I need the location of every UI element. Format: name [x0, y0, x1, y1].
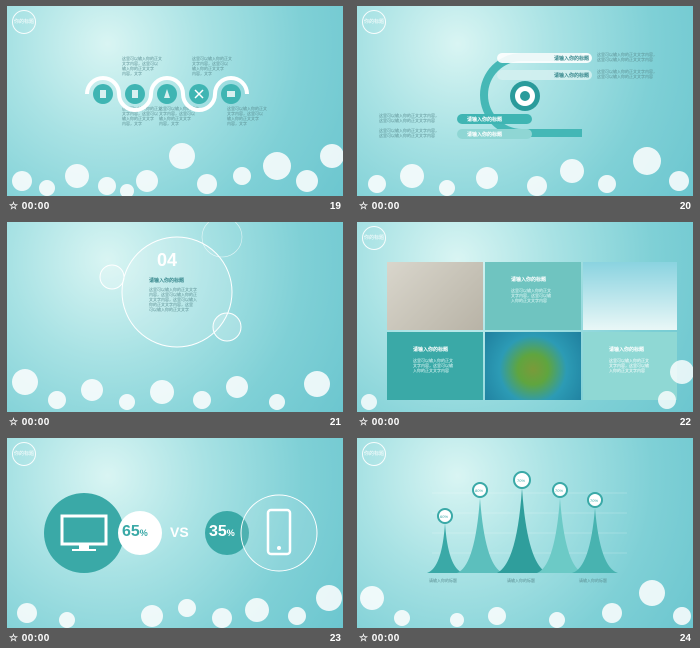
slide-info-bar: ☆ 00:00 22 [357, 414, 693, 432]
peak-value: 70% [517, 478, 526, 483]
text-block: 这里可以输入你的正文文字 内容，这里可以输入你的正 文文字内容，这里可以输入 你… [149, 287, 197, 312]
slide-21-canvas: 04 请输入你的标题 这里可以输入你的正文文字 内容，这里可以输入你的正 文文字… [7, 222, 343, 412]
dandelion-decoration [17, 585, 342, 628]
slide-22-canvas: 你的标题 请输入你的标题 这里可以输入你的正文 文字内容，这里可以输 入你的正文… [357, 222, 693, 412]
percent-value: 65% [122, 523, 148, 540]
dandelion-decoration [12, 369, 330, 410]
label: 请输入你的标题 [554, 56, 590, 62]
slide-24-canvas: 你的标题 60% 80% 70% 70% 70% 请输入你的标题 请输入你的标题… [357, 438, 693, 628]
percent-value: 35% [209, 523, 235, 540]
dandelion-decoration [368, 147, 689, 196]
dandelion-decoration [360, 580, 691, 628]
photo-clouds [583, 262, 677, 330]
label: 请输入你的标题 [554, 73, 590, 79]
slide-number: 24 [679, 633, 691, 644]
timing-label: ☆ 00:00 [359, 633, 400, 644]
slide-number: 23 [329, 633, 341, 644]
timing-label: ☆ 00:00 [9, 417, 50, 428]
peak-value: 80% [475, 488, 484, 493]
section-number: 04 [157, 250, 178, 270]
slide-info-bar: ☆ 00:00 24 [357, 630, 693, 648]
slide-number: 22 [679, 417, 691, 428]
peak-value: 60% [440, 514, 449, 519]
slide-23-canvas: 你的标题 65% VS 35% [7, 438, 343, 628]
photo-flowers [387, 262, 483, 330]
timing-label: ☆ 00:00 [359, 201, 400, 212]
timing-label: ☆ 00:00 [9, 633, 50, 644]
text-block: 这里可以输入你的正文 文字内容，这里可以输 入你的正文文字内容 [511, 288, 551, 303]
slide-20-canvas: 你的标题 请输入你的标题 请输入你的标题 请输入你的标题 请输入你的标题 这里可… [357, 6, 693, 196]
text-block: 这里可以输入你的正文文字内容， 这里可以输入你的正文文字内容 [597, 52, 657, 62]
slide-19-canvas: 你的标题 这里可以输入你的正文 文字内容，这里可以 输入你的正文文字 内容，文字… [7, 6, 343, 196]
dandelion-decoration [361, 360, 693, 410]
text-block: 这里可以输入你的正文文字内容， 这里可以输入你的正文文字内容 [379, 113, 439, 123]
text-card: 请输入你的标题 这里可以输入你的正文 文字内容，这里可以输 入你的正文文字内容 [485, 262, 581, 330]
peak-value: 70% [555, 488, 564, 493]
slide-number: 20 [679, 201, 691, 212]
slide-number: 19 [329, 201, 341, 212]
slide-info-bar: ☆ 00:00 19 [7, 198, 343, 216]
timing-label: ☆ 00:00 [9, 201, 50, 212]
slide-info-bar: ☆ 00:00 20 [357, 198, 693, 216]
text-block: 这里可以输入你的正文文字内容， 这里可以输入你的正文文字内容 [597, 69, 657, 79]
label: 请输入你的标题 [149, 278, 185, 284]
label: 请输入你的标题 [511, 277, 547, 283]
slide-logo: 你的标题 [362, 226, 386, 250]
dandelion-decoration [12, 143, 343, 196]
slide-info-bar: ☆ 00:00 23 [7, 630, 343, 648]
slide-info-bar: ☆ 00:00 21 [7, 414, 343, 432]
slide-number: 21 [329, 417, 341, 428]
label: 请输入你的标题 [467, 117, 503, 123]
peak-value: 70% [590, 498, 599, 503]
versus-label: VS [170, 524, 189, 540]
timing-label: ☆ 00:00 [359, 417, 400, 428]
